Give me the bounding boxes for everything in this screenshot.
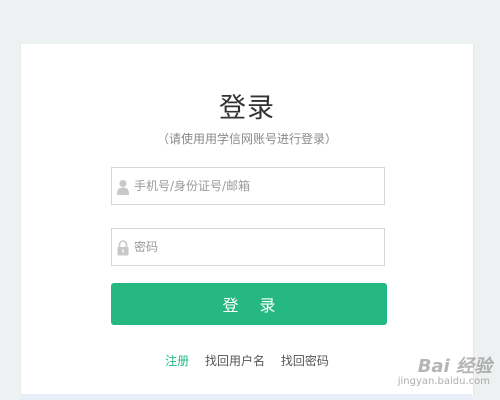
watermark-url: jingyan.baidu.com: [397, 376, 490, 387]
username-field[interactable]: [111, 167, 385, 205]
login-card: 登录 （请使用用学信网账号进行登录） 登 录 注册 找回用户名 找回密码: [20, 44, 474, 396]
page-title: 登录: [219, 93, 275, 124]
register-link[interactable]: 注册: [165, 354, 189, 368]
find-username-link[interactable]: 找回用户名: [205, 354, 265, 368]
bottom-strip: [20, 394, 472, 400]
user-icon: [117, 180, 129, 195]
baidu-watermark: Bai 经验 jingyan.baidu.com: [386, 352, 496, 392]
password-field[interactable]: [111, 228, 385, 266]
login-button[interactable]: 登 录: [111, 283, 387, 325]
find-password-link[interactable]: 找回密码: [281, 354, 329, 368]
lock-icon: [117, 240, 129, 256]
password-input[interactable]: [134, 229, 374, 265]
username-input[interactable]: [134, 168, 374, 204]
login-subtitle: （请使用用学信网账号进行登录）: [156, 132, 337, 146]
watermark-logo: Bai 经验: [417, 356, 492, 377]
